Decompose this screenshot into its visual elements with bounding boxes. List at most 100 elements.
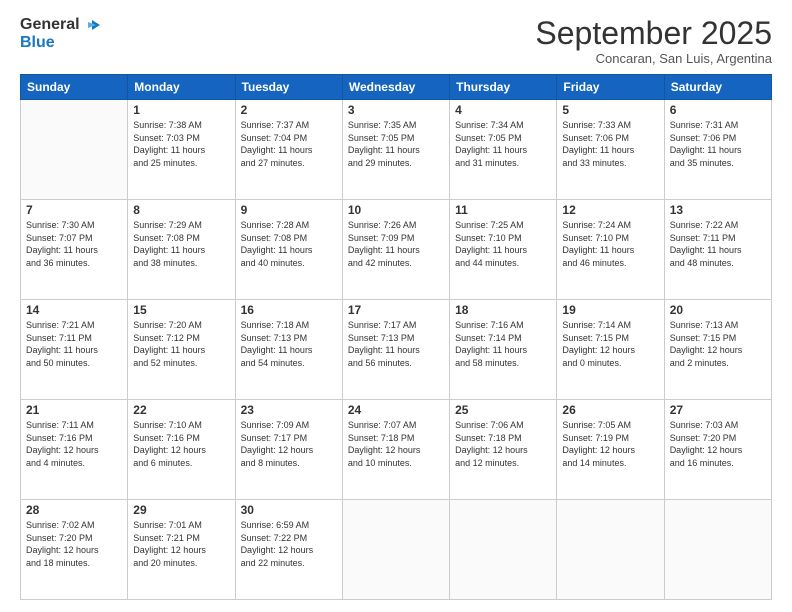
table-row: 8Sunrise: 7:29 AM Sunset: 7:08 PM Daylig… bbox=[128, 200, 235, 300]
header: General Blue September 2025 Concaran, Sa… bbox=[20, 16, 772, 66]
day-number: 11 bbox=[455, 203, 551, 217]
day-number: 19 bbox=[562, 303, 658, 317]
table-row: 17 Sunrise: 7:17 AM Sunset: 7:13 PM Dayli… bbox=[342, 300, 449, 400]
day-info: Sunrise: 7:10 AM Sunset: 7:16 PM Dayligh… bbox=[133, 419, 229, 469]
logo-general: General bbox=[20, 16, 80, 34]
table-row: 15Sunrise: 7:20 AM Sunset: 7:12 PM Dayli… bbox=[128, 300, 235, 400]
subtitle: Concaran, San Luis, Argentina bbox=[535, 51, 772, 66]
day-info: Sunrise: 7:31 AM Sunset: 7:06 PM Dayligh… bbox=[670, 119, 766, 169]
table-row bbox=[21, 100, 128, 200]
day-number: 15 bbox=[133, 303, 229, 317]
day-number: 27 bbox=[670, 403, 766, 417]
day-info: Sunrise: 7:24 AM Sunset: 7:10 PM Dayligh… bbox=[562, 219, 658, 269]
table-row: 20 Sunrise: 7:13 AM Sunset: 7:15 PM Dayli… bbox=[664, 300, 771, 400]
day-number: 14 bbox=[26, 303, 122, 317]
calendar-week-row: 14 Sunrise: 7:21 AM Sunset: 7:11 PM Dayli… bbox=[21, 300, 772, 400]
day-number: 13 bbox=[670, 203, 766, 217]
table-row: 16 Sunrise: 7:18 AM Sunset: 7:13 PM Dayli… bbox=[235, 300, 342, 400]
calendar-table: Sunday Monday Tuesday Wednesday Thursday… bbox=[20, 74, 772, 600]
day-info: Sunrise: 7:26 AM Sunset: 7:09 PM Dayligh… bbox=[348, 219, 444, 269]
header-row: Sunday Monday Tuesday Wednesday Thursday… bbox=[21, 75, 772, 100]
table-row bbox=[342, 500, 449, 600]
day-number: 16 bbox=[241, 303, 337, 317]
day-number: 18 bbox=[455, 303, 551, 317]
day-number: 10 bbox=[348, 203, 444, 217]
day-info: Sunrise: 7:07 AM Sunset: 7:18 PM Dayligh… bbox=[348, 419, 444, 469]
calendar-week-row: 21 Sunrise: 7:11 AM Sunset: 7:16 PM Dayli… bbox=[21, 400, 772, 500]
table-row: 11 Sunrise: 7:25 AM Sunset: 7:10 PM Dayli… bbox=[450, 200, 557, 300]
day-number: 24 bbox=[348, 403, 444, 417]
header-sunday: Sunday bbox=[21, 75, 128, 100]
day-info: Sunrise: 7:33 AM Sunset: 7:06 PM Dayligh… bbox=[562, 119, 658, 169]
table-row bbox=[664, 500, 771, 600]
day-info: Sunrise: 7:16 AM Sunset: 7:14 PM Dayligh… bbox=[455, 319, 551, 369]
day-number: 1 bbox=[133, 103, 229, 117]
day-number: 28 bbox=[26, 503, 122, 517]
day-info: Sunrise: 7:21 AM Sunset: 7:11 PM Dayligh… bbox=[26, 319, 122, 369]
table-row: 13Sunrise: 7:22 AM Sunset: 7:11 PM Dayli… bbox=[664, 200, 771, 300]
day-number: 22 bbox=[133, 403, 229, 417]
day-number: 2 bbox=[241, 103, 337, 117]
table-row: 21 Sunrise: 7:11 AM Sunset: 7:16 PM Dayli… bbox=[21, 400, 128, 500]
table-row: 26Sunrise: 7:05 AM Sunset: 7:19 PM Dayli… bbox=[557, 400, 664, 500]
day-number: 4 bbox=[455, 103, 551, 117]
header-saturday: Saturday bbox=[664, 75, 771, 100]
logo: General Blue bbox=[20, 16, 100, 52]
table-row: 24 Sunrise: 7:07 AM Sunset: 7:18 PM Dayli… bbox=[342, 400, 449, 500]
day-info: Sunrise: 7:30 AM Sunset: 7:07 PM Dayligh… bbox=[26, 219, 122, 269]
day-number: 8 bbox=[133, 203, 229, 217]
table-row: 19 Sunrise: 7:14 AM Sunset: 7:15 PM Dayli… bbox=[557, 300, 664, 400]
day-number: 20 bbox=[670, 303, 766, 317]
header-friday: Friday bbox=[557, 75, 664, 100]
day-info: Sunrise: 6:59 AM Sunset: 7:22 PM Dayligh… bbox=[241, 519, 337, 569]
day-info: Sunrise: 7:17 AM Sunset: 7:13 PM Dayligh… bbox=[348, 319, 444, 369]
table-row: 14 Sunrise: 7:21 AM Sunset: 7:11 PM Dayli… bbox=[21, 300, 128, 400]
table-row: 4Sunrise: 7:34 AM Sunset: 7:05 PM Daylig… bbox=[450, 100, 557, 200]
table-row: 10 Sunrise: 7:26 AM Sunset: 7:09 PM Dayli… bbox=[342, 200, 449, 300]
day-number: 29 bbox=[133, 503, 229, 517]
day-number: 9 bbox=[241, 203, 337, 217]
header-tuesday: Tuesday bbox=[235, 75, 342, 100]
table-row: 7 Sunrise: 7:30 AM Sunset: 7:07 PM Daylig… bbox=[21, 200, 128, 300]
day-number: 6 bbox=[670, 103, 766, 117]
day-info: Sunrise: 7:38 AM Sunset: 7:03 PM Dayligh… bbox=[133, 119, 229, 169]
day-info: Sunrise: 7:13 AM Sunset: 7:15 PM Dayligh… bbox=[670, 319, 766, 369]
calendar-week-row: 1 Sunrise: 7:38 AM Sunset: 7:03 PM Daylig… bbox=[21, 100, 772, 200]
table-row: 6 Sunrise: 7:31 AM Sunset: 7:06 PM Daylig… bbox=[664, 100, 771, 200]
table-row: 23Sunrise: 7:09 AM Sunset: 7:17 PM Dayli… bbox=[235, 400, 342, 500]
day-info: Sunrise: 7:01 AM Sunset: 7:21 PM Dayligh… bbox=[133, 519, 229, 569]
day-info: Sunrise: 7:14 AM Sunset: 7:15 PM Dayligh… bbox=[562, 319, 658, 369]
table-row: 2 Sunrise: 7:37 AM Sunset: 7:04 PM Daylig… bbox=[235, 100, 342, 200]
day-info: Sunrise: 7:25 AM Sunset: 7:10 PM Dayligh… bbox=[455, 219, 551, 269]
table-row: 29 Sunrise: 7:01 AM Sunset: 7:21 PM Dayli… bbox=[128, 500, 235, 600]
day-number: 12 bbox=[562, 203, 658, 217]
table-row: 25Sunrise: 7:06 AM Sunset: 7:18 PM Dayli… bbox=[450, 400, 557, 500]
header-monday: Monday bbox=[128, 75, 235, 100]
table-row bbox=[450, 500, 557, 600]
day-number: 21 bbox=[26, 403, 122, 417]
day-number: 17 bbox=[348, 303, 444, 317]
calendar-week-row: 7 Sunrise: 7:30 AM Sunset: 7:07 PM Daylig… bbox=[21, 200, 772, 300]
table-row: 12 Sunrise: 7:24 AM Sunset: 7:10 PM Dayli… bbox=[557, 200, 664, 300]
table-row bbox=[557, 500, 664, 600]
page: General Blue September 2025 Concaran, Sa… bbox=[0, 0, 792, 612]
day-info: Sunrise: 7:37 AM Sunset: 7:04 PM Dayligh… bbox=[241, 119, 337, 169]
calendar-week-row: 28Sunrise: 7:02 AM Sunset: 7:20 PM Dayli… bbox=[21, 500, 772, 600]
table-row: 3Sunrise: 7:35 AM Sunset: 7:05 PM Daylig… bbox=[342, 100, 449, 200]
day-number: 7 bbox=[26, 203, 122, 217]
table-row: 28Sunrise: 7:02 AM Sunset: 7:20 PM Dayli… bbox=[21, 500, 128, 600]
day-info: Sunrise: 7:18 AM Sunset: 7:13 PM Dayligh… bbox=[241, 319, 337, 369]
logo-bird-icon bbox=[82, 16, 100, 34]
logo-blue: Blue bbox=[20, 34, 100, 52]
calendar-body: 1 Sunrise: 7:38 AM Sunset: 7:03 PM Daylig… bbox=[21, 100, 772, 600]
day-info: Sunrise: 7:11 AM Sunset: 7:16 PM Dayligh… bbox=[26, 419, 122, 469]
day-info: Sunrise: 7:09 AM Sunset: 7:17 PM Dayligh… bbox=[241, 419, 337, 469]
day-number: 25 bbox=[455, 403, 551, 417]
day-number: 26 bbox=[562, 403, 658, 417]
day-info: Sunrise: 7:35 AM Sunset: 7:05 PM Dayligh… bbox=[348, 119, 444, 169]
table-row: 5Sunrise: 7:33 AM Sunset: 7:06 PM Daylig… bbox=[557, 100, 664, 200]
day-number: 30 bbox=[241, 503, 337, 517]
table-row: 30 Sunrise: 6:59 AM Sunset: 7:22 PM Dayli… bbox=[235, 500, 342, 600]
table-row: 1 Sunrise: 7:38 AM Sunset: 7:03 PM Daylig… bbox=[128, 100, 235, 200]
month-title: September 2025 bbox=[535, 16, 772, 51]
